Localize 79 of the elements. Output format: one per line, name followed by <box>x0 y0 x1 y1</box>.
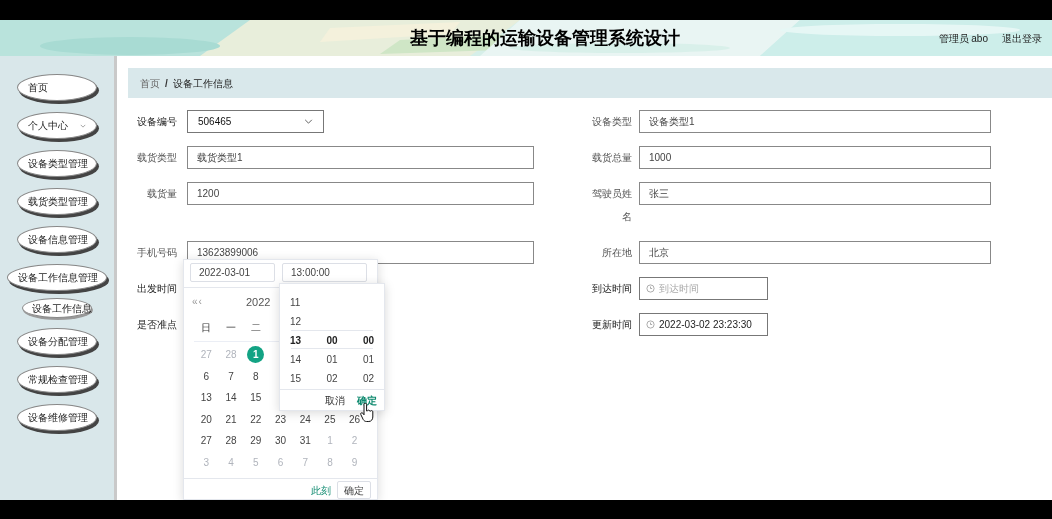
calendar-day[interactable]: 6 <box>197 367 215 385</box>
now-link[interactable]: 此刻 <box>311 482 331 498</box>
time-option[interactable]: 00 <box>362 331 374 350</box>
clock-icon <box>646 320 655 329</box>
calendar-day[interactable]: 29 <box>247 432 265 450</box>
calendar-day[interactable]: 21 <box>222 410 240 428</box>
field-label: 到达时间 <box>591 282 632 296</box>
calendar-year: 2022 <box>245 294 271 310</box>
field-label: 手机号码 <box>136 246 177 260</box>
time-option[interactable]: 11 <box>290 293 301 312</box>
menu-item[interactable]: 首页 <box>17 74 97 101</box>
calendar-day[interactable]: 24 <box>296 410 314 428</box>
field-label: 更新时间 <box>591 318 632 332</box>
time-input[interactable]: 13:00:00 <box>282 263 367 282</box>
confirm-button[interactable]: 确定 <box>357 392 377 408</box>
app-title: 基于编程的运输设备管理系统设计 <box>410 26 680 50</box>
field-label: 出发时间 <box>136 282 177 296</box>
time-option[interactable]: 14 <box>290 350 302 369</box>
calendar-day[interactable]: 27 <box>197 432 215 450</box>
clock-icon <box>646 284 655 293</box>
input-field[interactable]: 张三 <box>639 182 991 205</box>
calendar-day[interactable]: 31 <box>296 432 314 450</box>
field-label: 驾驶员姓名 <box>591 187 632 224</box>
time-option[interactable]: 01 <box>362 350 374 369</box>
time-option[interactable]: 15 <box>290 369 302 388</box>
menu-item[interactable]: 设备类型管理 <box>17 150 97 177</box>
confirm-button[interactable]: 确定 <box>337 481 371 499</box>
calendar-day[interactable]: 23 <box>272 410 289 428</box>
date-input[interactable]: 2022-03-01 <box>190 263 275 282</box>
field-label: 设备编号 <box>136 115 177 129</box>
calendar-day[interactable]: 13 <box>197 389 215 407</box>
menu-item[interactable]: 载货类型管理 <box>17 188 97 215</box>
input-field[interactable]: 1000 <box>639 146 991 169</box>
menu-item[interactable]: 设备分配管理 <box>17 328 97 355</box>
field-label: 载货量 <box>146 187 177 201</box>
calendar-day[interactable]: 25 <box>321 410 339 428</box>
field-label: 载货总量 <box>591 151 632 165</box>
time-option[interactable]: 02 <box>326 369 338 388</box>
weekday-label: 一 <box>225 321 238 335</box>
menu-item[interactable]: 个人中心 <box>17 112 97 139</box>
date-time-field[interactable]: 2022-03-02 23:23:30 <box>639 313 768 336</box>
chevron-down-icon <box>80 124 86 128</box>
field-label: 载货类型 <box>136 151 177 165</box>
calendar-day[interactable]: 8 <box>247 367 265 385</box>
calendar-day[interactable]: 7 <box>222 367 240 385</box>
breadcrumb-link[interactable]: 设备工作信息 <box>172 75 233 91</box>
logout-link[interactable]: 退出登录 <box>1002 30 1042 46</box>
calendar-day[interactable]: 20 <box>197 410 215 428</box>
calendar-day[interactable]: 14 <box>222 389 240 407</box>
select-field[interactable]: 506465 <box>187 110 324 133</box>
time-option[interactable]: 01 <box>326 350 338 369</box>
time-option[interactable]: 12 <box>290 312 302 331</box>
calendar-day[interactable]: 22 <box>247 410 265 428</box>
input-field[interactable]: 北京 <box>639 241 991 264</box>
time-option[interactable]: 02 <box>362 369 374 388</box>
chevron-down-icon <box>304 119 313 124</box>
submenu-item[interactable]: 设备工作信息 <box>22 298 92 318</box>
calendar-day[interactable]: 30 <box>272 432 289 450</box>
field-label: 是否准点 <box>136 318 177 332</box>
input-field[interactable]: 载货类型1 <box>187 146 534 169</box>
weekday-label: 二 <box>249 321 262 335</box>
user-name: 管理员 abo <box>938 31 988 46</box>
weekday-label: 日 <box>200 321 213 335</box>
calendar-day[interactable]: 26 <box>346 410 364 428</box>
time-option[interactable]: 00 <box>326 331 338 350</box>
menu-item[interactable]: 设备信息管理 <box>17 226 97 253</box>
cancel-button[interactable]: 取消 <box>325 392 345 408</box>
menu-item[interactable]: 常规检查管理 <box>17 366 97 393</box>
breadcrumb-link[interactable]: 首页 <box>140 75 160 91</box>
input-field[interactable]: 1200 <box>187 182 534 205</box>
calendar-day[interactable]: 28 <box>222 432 240 450</box>
time-option[interactable]: 13 <box>290 331 302 350</box>
calendar-day[interactable]: 15 <box>247 389 265 407</box>
field-label: 所在地 <box>601 246 632 260</box>
breadcrumb-separator: / <box>165 76 168 91</box>
input-field[interactable]: 设备类型1 <box>639 110 991 133</box>
menu-item[interactable]: 设备工作信息管理 <box>7 264 107 291</box>
field-label: 设备类型 <box>591 115 632 129</box>
menu-item[interactable]: 设备维修管理 <box>17 404 97 431</box>
